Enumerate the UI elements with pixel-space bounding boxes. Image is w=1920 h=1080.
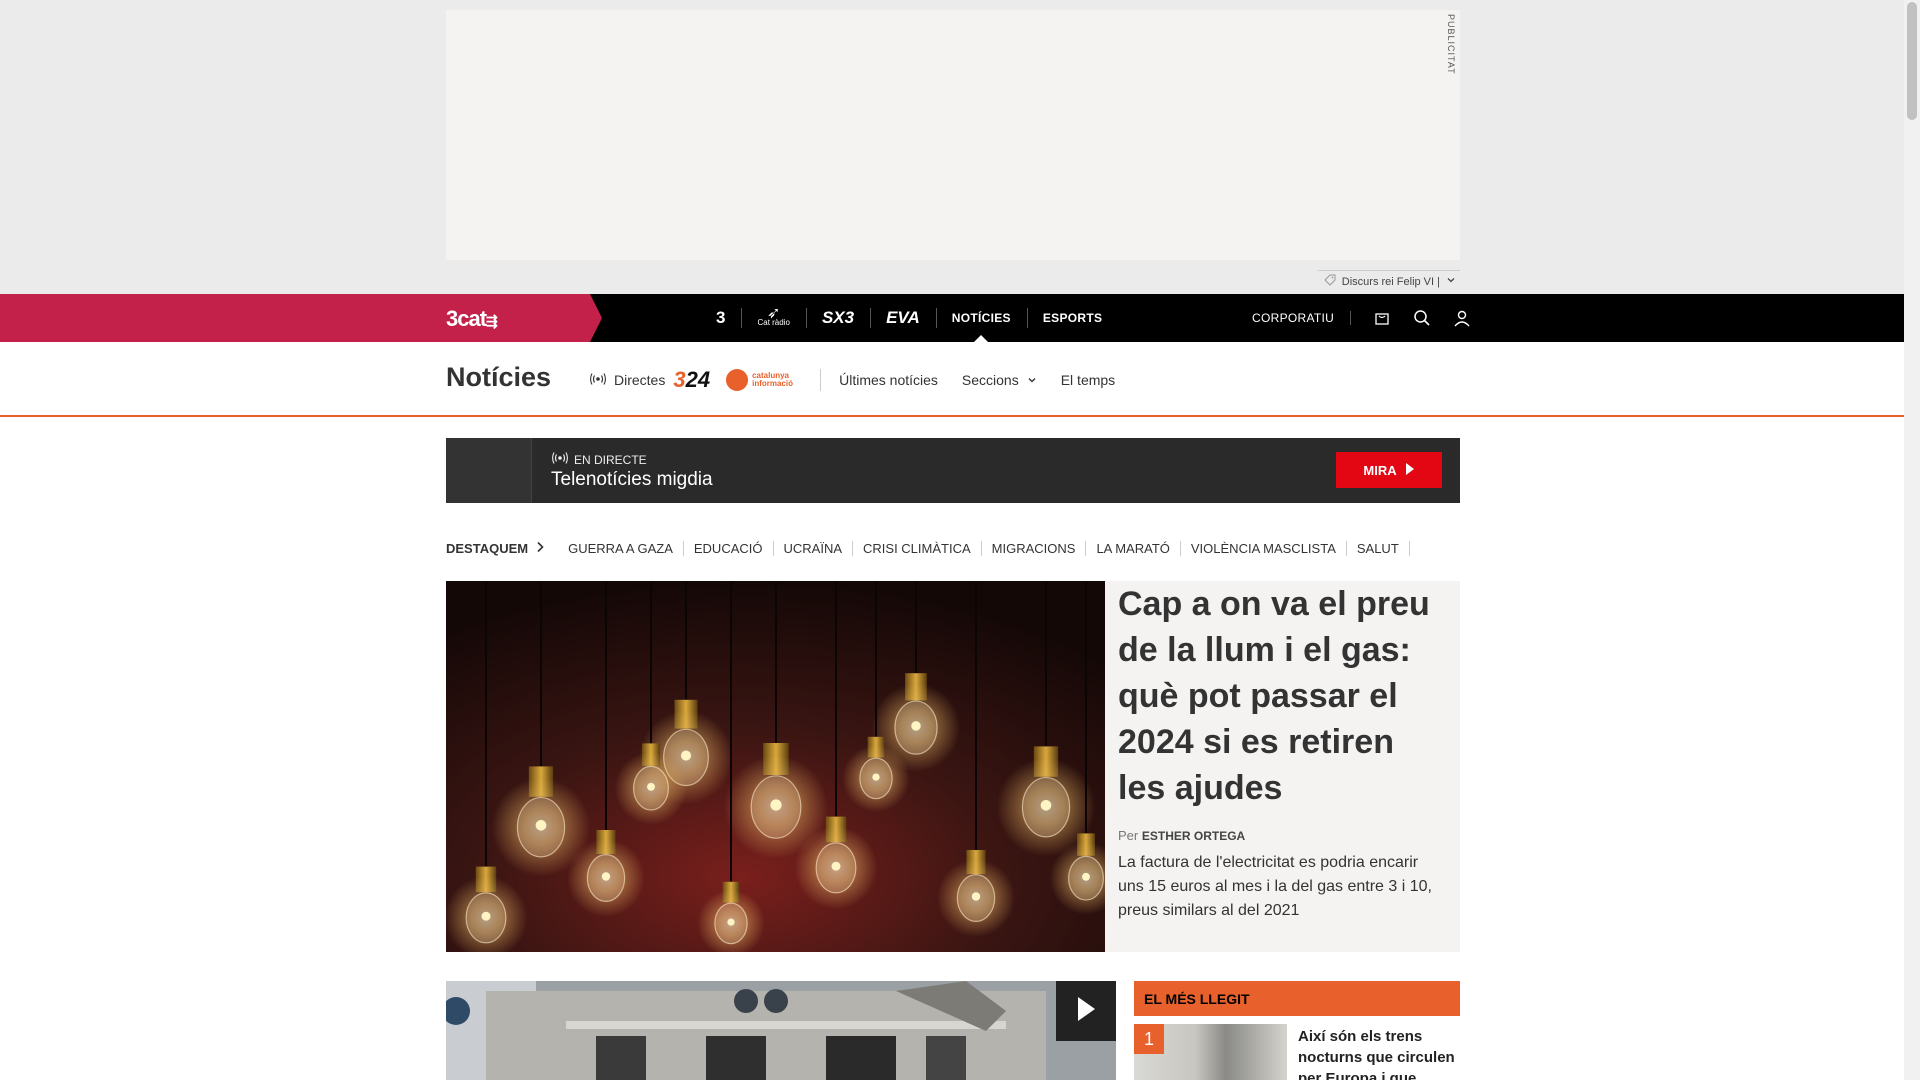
hero-image[interactable] (446, 581, 1105, 952)
topic-tag[interactable]: VIOLÈNCIA MASCLISTA (1181, 540, 1347, 556)
watch-button-label: MIRA (1363, 462, 1397, 478)
channel-sx3[interactable]: SX3 (805, 294, 870, 342)
eva-logo: EVA (886, 308, 920, 327)
brand-band (0, 294, 602, 342)
chevron-down-icon (1027, 372, 1037, 388)
topic-tag[interactable]: LA MARATÓ (1086, 540, 1181, 556)
channel-esports[interactable]: ESPORTS (1026, 294, 1118, 342)
most-read-panel: EL MÉS LLEGIT 1 Així són els trens noctu… (1134, 981, 1460, 1080)
live-label: EN DIRECTE (552, 452, 647, 467)
chevron-down-icon (1446, 275, 1456, 288)
corporate-link[interactable]: CORPORATIU (1252, 311, 1352, 325)
damaged-building-photo (446, 981, 1116, 1080)
channel-esports-label: ESPORTS (1042, 311, 1103, 325)
scrollbar-thumb[interactable] (1907, 2, 1917, 120)
user-icon[interactable] (1453, 309, 1471, 327)
ad-label: PUBLICITAT (1446, 14, 1456, 75)
directes-link[interactable]: Directes (590, 372, 665, 388)
tag-icon (1324, 274, 1336, 289)
hero-byline: Per ESTHER ORTEGA (1118, 828, 1245, 843)
section-title[interactable]: Notícies (446, 362, 551, 393)
channel-catradio[interactable]: ➶ Cat ràdio (741, 294, 805, 342)
shop-bag-icon[interactable] (1373, 309, 1391, 327)
topic-pill-label: Discurs rei Felip VI | (1341, 275, 1440, 288)
most-read-heading: EL MÉS LLEGIT (1134, 981, 1460, 1016)
channel-tv3[interactable]: 3 (700, 294, 741, 342)
topic-tag[interactable]: SALUT (1347, 540, 1410, 556)
broadcast-icon (590, 372, 606, 388)
topic-tag[interactable]: GUERRA A GAZA (558, 540, 684, 556)
seccions-dropdown[interactable]: Seccions (962, 372, 1037, 388)
ci-emblem (726, 369, 749, 391)
3cat-logo[interactable]: 3cat⇶ (446, 306, 498, 332)
directes-label: Directes (614, 372, 666, 388)
channel-eva[interactable]: EVA (870, 294, 936, 342)
play-button[interactable] (1056, 981, 1116, 1041)
seccions-label: Seccions (961, 372, 1019, 388)
topic-tag[interactable]: UCRAÏNA (774, 540, 854, 556)
topic-tag[interactable]: CRISI CLIMÀTICA (853, 540, 982, 556)
play-icon (1075, 995, 1097, 1028)
header-tools: CORPORATIU (1252, 294, 1471, 342)
topic-tag[interactable]: MIGRACIONS (982, 540, 1087, 556)
324-logo[interactable]: 324 (673, 367, 710, 393)
most-read-item[interactable]: 1 Així són els trens nocturns que circul… (1134, 1024, 1460, 1080)
broadcast-icon (552, 452, 568, 467)
ad-band: PUBLICITAT Discurs rei Felip VI | (0, 0, 1904, 294)
byline-prefix: Per (1118, 828, 1139, 843)
section-links: Directes 324 catalunya informació Últime… (590, 364, 1139, 396)
light-bulbs-photo (446, 581, 1105, 952)
ultimes-noticies-link[interactable]: Últimes notícies (839, 372, 938, 388)
el-temps-link[interactable]: El temps (1061, 372, 1115, 388)
advertisement-slot[interactable] (446, 10, 1460, 260)
author-name: ESTHER ORTEGA (1141, 829, 1246, 843)
hero-headline[interactable]: Cap a on va el preu de la llum i el gas:… (1118, 581, 1448, 811)
sx3-logo: SX3 (821, 308, 855, 327)
section-nav: Notícies Directes 324 catalunya informac… (0, 342, 1904, 417)
channel-nav: 3 ➶ Cat ràdio SX3 EVA NOTÍCIES ESPORTS (700, 294, 1118, 342)
live-label-text: EN DIRECTE (574, 452, 647, 467)
global-header: 3cat⇶ 3 ➶ Cat ràdio SX3 EVA NOTÍCIES ESPO… (0, 294, 1904, 342)
featured-topics-heading: DESTAQUEM (446, 541, 544, 556)
featured-topics: DESTAQUEM GUERRA A GAZA EDUCACIÓ UCRAÏNA… (446, 538, 1410, 558)
play-icon (1405, 462, 1415, 479)
most-read-rank: 1 (1134, 1024, 1164, 1054)
hero-story: Cap a on va el preu de la llum i el gas:… (1105, 581, 1460, 952)
topic-pill[interactable]: Discurs rei Felip VI | (1317, 270, 1460, 292)
tv3-logo: 3 (716, 308, 726, 327)
most-read-title[interactable]: Així són els trens nocturns que circulen… (1298, 1026, 1460, 1080)
catalunya-informacio-logo[interactable]: catalunya informació (726, 369, 822, 391)
video-story-image[interactable] (446, 981, 1116, 1080)
chevron-right-icon (536, 541, 544, 556)
topic-tag[interactable]: EDUCACIÓ (684, 540, 774, 556)
hero-lead: La factura de l'electricitat es podria e… (1118, 854, 1432, 919)
live-banner[interactable]: EN DIRECTE Telenotícies migdia MIRA (446, 438, 1460, 503)
channel-noticies-label: NOTÍCIES (951, 311, 1011, 325)
live-title[interactable]: Telenotícies migdia (551, 469, 713, 491)
search-icon[interactable] (1413, 309, 1431, 327)
page-scrollbar[interactable] (1904, 0, 1920, 1080)
watch-button[interactable]: MIRA (1336, 452, 1442, 488)
catradio-logo: ➶ Cat ràdio (757, 305, 790, 328)
channel-noticies[interactable]: NOTÍCIES (935, 294, 1027, 342)
live-thumbnail (446, 438, 532, 503)
